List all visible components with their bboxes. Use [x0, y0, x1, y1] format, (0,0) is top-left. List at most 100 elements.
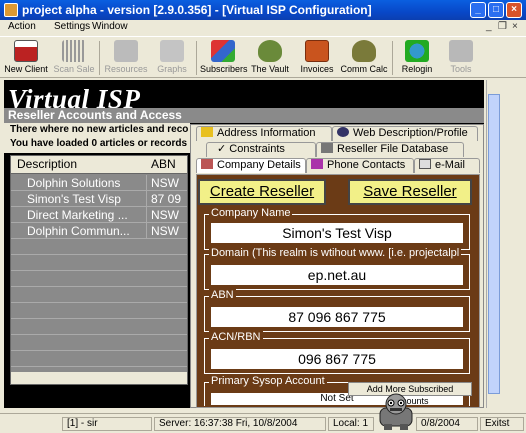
title-bar: project alpha - version [2.9.0.356] - [V…	[0, 0, 526, 20]
comm-calc-button[interactable]: Comm Calc	[340, 37, 388, 79]
table-row-empty	[11, 255, 187, 271]
the-vault-button[interactable]: The Vault	[248, 37, 292, 79]
mdi-close-button[interactable]: ×	[512, 21, 518, 32]
new-client-button[interactable]: New Client	[2, 37, 50, 79]
abn-group: ABN 87 096 867 775	[204, 289, 470, 332]
tab-constraints[interactable]: ✓ Constraints	[206, 142, 316, 157]
company-name-input[interactable]: Simon's Test Visp	[211, 223, 463, 243]
table-row-empty	[11, 335, 187, 351]
save-reseller-button[interactable]: Save Reseller	[348, 179, 472, 205]
reseller-grid: Description ABN Dolphin Solutions NSW Si…	[10, 155, 188, 385]
column-header-abn[interactable]: ABN	[151, 157, 176, 171]
toolbar: New Client Scan Sale Resources Graphs Su…	[0, 36, 526, 78]
tab-phone-contacts[interactable]: Phone Contacts	[306, 158, 414, 173]
cell-description: Dolphin Commun...	[11, 223, 147, 239]
address-icon	[201, 127, 213, 137]
table-row-empty	[11, 351, 187, 367]
status-local-time: Local: 1	[328, 417, 374, 431]
menu-action[interactable]: Action	[8, 21, 36, 32]
table-row-empty	[11, 303, 187, 319]
company-name-group: Company Name Simon's Test Visp	[204, 207, 470, 250]
barcode-icon	[62, 40, 86, 62]
tab-address-information[interactable]: Address Information	[196, 126, 332, 141]
table-row-empty	[11, 287, 187, 303]
table-row-empty	[11, 239, 187, 255]
tools-button[interactable]: Tools	[440, 37, 482, 79]
table-row-empty	[11, 271, 187, 287]
money-bag-icon	[258, 40, 282, 62]
abn-label: ABN	[209, 289, 236, 301]
invoices-button[interactable]: Invoices	[296, 37, 338, 79]
status-server-time: Server: 16:37:38 Fri, 10/8/2004	[154, 417, 326, 431]
phone-icon	[311, 159, 323, 169]
tab-reseller-file-database[interactable]: Reseller File Database	[316, 142, 464, 157]
app-icon	[4, 3, 18, 17]
subscribers-icon	[211, 40, 235, 62]
table-row[interactable]: Dolphin Commun... NSW	[11, 223, 187, 239]
toolbar-separator	[392, 41, 393, 75]
tab-e-mail[interactable]: e-Mail	[414, 158, 480, 173]
column-header-description[interactable]: Description	[17, 157, 77, 171]
info-line-1: There where no new articles and reco	[10, 124, 189, 135]
relogin-button[interactable]: Relogin	[396, 37, 438, 79]
menu-window[interactable]: Window	[92, 21, 128, 32]
acn-input[interactable]: 096 867 775	[211, 349, 463, 369]
info-line-2: You have loaded 0 articles or records	[10, 138, 188, 149]
table-row[interactable]: Direct Marketing ... NSW	[11, 207, 187, 223]
cell-abn: NSW	[151, 176, 179, 190]
relogin-icon	[405, 40, 429, 62]
table-row[interactable]: Dolphin Solutions NSW	[11, 175, 187, 191]
scan-sale-button[interactable]: Scan Sale	[50, 37, 98, 79]
mdi-minimize-button[interactable]: _	[486, 21, 492, 32]
cell-abn: NSW	[151, 224, 179, 238]
status-mode: Exitst	[480, 417, 524, 431]
table-row[interactable]: Simon's Test Visp 87 09	[11, 191, 187, 207]
create-reseller-button[interactable]: Create Reseller	[198, 179, 326, 205]
robot-mascot-icon	[379, 393, 413, 430]
graphs-button[interactable]: Graphs	[150, 37, 194, 79]
mdi-restore-button[interactable]: ❐	[498, 21, 507, 32]
tab-web-description[interactable]: Web Description/Profile	[332, 126, 478, 141]
comm-calc-icon	[352, 40, 376, 62]
company-icon	[201, 159, 213, 169]
toolbar-separator	[99, 41, 100, 75]
database-icon	[321, 143, 333, 153]
minimize-button[interactable]: _	[470, 2, 486, 18]
tab-company-details[interactable]: Company Details	[196, 158, 306, 173]
cell-abn: 87 09	[151, 192, 182, 206]
domain-label: Domain (This realm is wtihout www. [i.e.…	[209, 247, 462, 259]
primary-sysop-label: Primary Sysop Account	[209, 375, 327, 387]
domain-input[interactable]: ep.net.au	[211, 265, 463, 285]
invoices-icon	[305, 40, 329, 62]
cell-description: Direct Marketing ...	[11, 207, 147, 223]
resources-button[interactable]: Resources	[102, 37, 150, 79]
window-title: project alpha - version [2.9.0.356] - [V…	[22, 3, 372, 17]
scrollbar-thumb[interactable]	[488, 94, 500, 394]
menu-bar: Action Settings Window _ ❐ ×	[0, 20, 526, 36]
cell-abn: NSW	[151, 208, 179, 222]
abn-input[interactable]: 87 096 867 775	[211, 307, 463, 327]
close-button[interactable]: ×	[506, 2, 522, 18]
tools-icon	[449, 40, 473, 62]
toolbar-separator	[196, 41, 197, 75]
info-icon	[337, 127, 349, 137]
status-blank	[2, 417, 62, 431]
section-subtitle: Reseller Accounts and Access	[4, 108, 484, 123]
new-client-icon	[14, 40, 38, 62]
maximize-button[interactable]: □	[488, 2, 504, 18]
grid-horizontal-scrollbar[interactable]	[11, 372, 187, 384]
graphs-icon	[160, 40, 184, 62]
status-user: [1] - sir	[62, 417, 152, 431]
checkmark-icon: ✓	[217, 143, 230, 155]
resources-icon	[114, 40, 138, 62]
cell-description: Dolphin Solutions	[11, 175, 147, 191]
subscribers-button[interactable]: Subscribers	[200, 37, 248, 79]
acn-label: ACN/RBN	[209, 331, 263, 343]
status-local-date: 0/8/2004	[416, 417, 478, 431]
vertical-scrollbar[interactable]	[486, 80, 500, 408]
menu-settings[interactable]: Settings	[54, 21, 90, 32]
table-row-empty	[11, 319, 187, 335]
status-bar: [1] - sir Server: 16:37:38 Fri, 10/8/200…	[0, 413, 526, 433]
info-panel: There where no new articles and reco You…	[4, 123, 190, 153]
grid-header: Description ABN	[11, 156, 187, 174]
